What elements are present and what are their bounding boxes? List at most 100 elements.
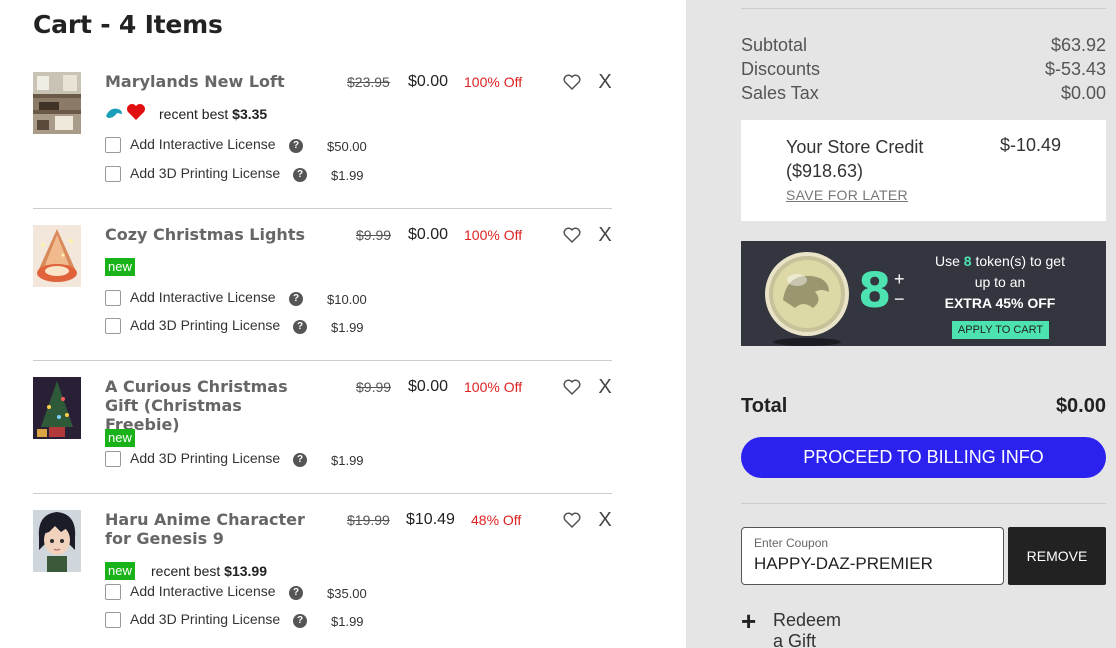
help-icon[interactable]: ? — [289, 292, 303, 306]
new-badge: new — [105, 258, 135, 276]
token-offer-text: Use 8 token(s) to get up to an EXTRA 45%… — [926, 251, 1074, 314]
addon-checkbox[interactable] — [105, 137, 121, 153]
recent-best: recent best $3.35 — [159, 106, 267, 122]
summary-divider — [741, 8, 1106, 9]
cart-item: Marylands New Loft $23.95 $0.00 100% Off… — [33, 71, 612, 192]
addon-3d-printing-license: Add 3D Printing License ? $1.99 — [105, 450, 425, 468]
token-decrement-button[interactable]: − — [894, 289, 905, 310]
discounts-value: $-53.43 — [1044, 59, 1106, 79]
store-credit-value: $-10.49 — [999, 135, 1061, 155]
addon-label: Add Interactive License — [130, 136, 276, 152]
product-thumbnail[interactable] — [33, 72, 81, 134]
plus-icon: + — [741, 606, 757, 636]
addon-label: Add 3D Printing License — [130, 450, 281, 466]
token-promo: 8 + − Use 8 token(s) to get up to an EXT… — [741, 241, 1106, 346]
proceed-to-billing-button[interactable]: PROCEED TO BILLING INFO — [741, 437, 1106, 478]
close-icon[interactable]: X — [598, 509, 612, 532]
help-icon[interactable]: ? — [293, 168, 307, 182]
addon-label: Add Interactive License — [130, 289, 276, 305]
addon-checkbox[interactable] — [105, 612, 121, 628]
remove-coupon-button[interactable]: REMOVE — [1008, 527, 1106, 585]
addon-price: $1.99 — [331, 614, 364, 629]
addon-checkbox[interactable] — [105, 166, 121, 182]
cart-title: Cart - 4 Items — [33, 10, 223, 39]
product-thumbnail[interactable] — [33, 225, 81, 287]
addon-checkbox[interactable] — [105, 318, 121, 334]
tax-label: Sales Tax — [741, 83, 819, 103]
original-price: $23.95 — [347, 74, 390, 90]
heart-outline-icon[interactable] — [563, 379, 581, 395]
discounts-row: Discounts $-53.43 — [741, 59, 1106, 80]
sale-price: $10.49 — [406, 511, 455, 528]
help-icon[interactable]: ? — [289, 139, 303, 153]
coupon-input-label: Enter Coupon — [754, 536, 829, 550]
cart-item: Haru Anime Character for Genesis 9 $19.9… — [33, 509, 612, 635]
discount-label: 100% Off — [464, 379, 523, 395]
product-thumbnail[interactable] — [33, 377, 81, 439]
addon-checkbox[interactable] — [105, 584, 121, 600]
sale-price: $0.00 — [408, 226, 449, 243]
help-icon[interactable]: ? — [293, 320, 307, 334]
heart-filled-icon — [127, 104, 145, 120]
addon-price: $1.99 — [331, 453, 364, 468]
product-name[interactable]: Marylands New Loft — [105, 72, 320, 91]
product-name[interactable]: A Curious Christmas Gift (Christmas Free… — [105, 377, 320, 434]
addon-price: $1.99 — [331, 320, 364, 335]
token-increment-button[interactable]: + — [894, 269, 905, 290]
product-name[interactable]: Cozy Christmas Lights — [105, 225, 320, 244]
token-count: 8 — [858, 263, 892, 319]
heart-outline-icon[interactable] — [563, 227, 581, 243]
dolphin-icon — [106, 108, 122, 118]
recent-best-price: $13.99 — [224, 563, 267, 579]
new-badge: new — [105, 562, 135, 580]
recent-best: recent best $13.99 — [151, 563, 267, 579]
addon-checkbox[interactable] — [105, 451, 121, 467]
addon-checkbox[interactable] — [105, 290, 121, 306]
item-divider — [33, 360, 612, 361]
addon-price: $1.99 — [331, 168, 364, 183]
heart-outline-icon[interactable] — [563, 74, 581, 90]
subtotal-label: Subtotal — [741, 35, 808, 55]
help-icon[interactable]: ? — [293, 614, 307, 628]
cart-panel: Cart - 4 Items Marylands New Loft $23.95… — [0, 0, 686, 648]
recent-best-label: recent best — [159, 106, 229, 122]
close-icon[interactable]: X — [598, 376, 612, 399]
discounts-label: Discounts — [741, 59, 821, 79]
save-for-later-link[interactable]: SAVE FOR LATER — [786, 187, 908, 203]
addon-3d-printing-license: Add 3D Printing License ? $1.99 — [105, 611, 425, 629]
close-icon[interactable]: X — [598, 71, 612, 94]
store-credit-box: Your Store Credit ($918.63) $-10.49 SAVE… — [741, 120, 1106, 221]
original-price: $9.99 — [356, 379, 392, 395]
sale-price: $0.00 — [408, 73, 449, 90]
sale-price: $0.00 — [408, 378, 449, 395]
close-icon[interactable]: X — [598, 224, 612, 247]
recent-best-price: $3.35 — [232, 106, 268, 122]
store-credit-label: Your Store Credit ($918.63) — [786, 137, 924, 181]
help-icon[interactable]: ? — [293, 453, 307, 467]
token-coin-icon — [765, 252, 849, 346]
product-thumbnail[interactable] — [33, 510, 81, 572]
cart-item: Cozy Christmas Lights $9.99 $0.00 100% O… — [33, 224, 612, 345]
token-offer-count: 8 — [963, 253, 972, 269]
coupon-input-value[interactable]: HAPPY-DAZ-PREMIER — [754, 554, 933, 574]
addon-3d-printing-license: Add 3D Printing License ? $1.99 — [105, 165, 425, 183]
discount-label: 100% Off — [464, 74, 523, 90]
new-badge: new — [105, 429, 135, 447]
token-offer-pre: Use — [935, 253, 960, 269]
heart-outline-icon[interactable] — [563, 512, 581, 528]
addon-label: Add Interactive License — [130, 583, 276, 599]
coupon-input[interactable]: Enter Coupon HAPPY-DAZ-PREMIER — [741, 527, 1004, 585]
summary-divider — [741, 503, 1106, 504]
discount-label: 100% Off — [464, 227, 523, 243]
recent-best-label: recent best — [151, 563, 221, 579]
subtotal-value: $63.92 — [1050, 35, 1106, 55]
addon-interactive-license: Add Interactive License ? $35.00 — [105, 583, 425, 601]
addon-interactive-license: Add Interactive License ? $50.00 — [105, 136, 425, 154]
addon-price: $35.00 — [327, 586, 367, 601]
product-name[interactable]: Haru Anime Character for Genesis 9 — [105, 510, 320, 548]
total-label: Total — [741, 395, 788, 417]
token-offer-headline: EXTRA 45% OFF — [944, 295, 1056, 311]
token-offer-post: token(s) to get up to an — [974, 253, 1065, 290]
help-icon[interactable]: ? — [289, 586, 303, 600]
apply-to-cart-button[interactable]: APPLY TO CART — [952, 321, 1049, 339]
